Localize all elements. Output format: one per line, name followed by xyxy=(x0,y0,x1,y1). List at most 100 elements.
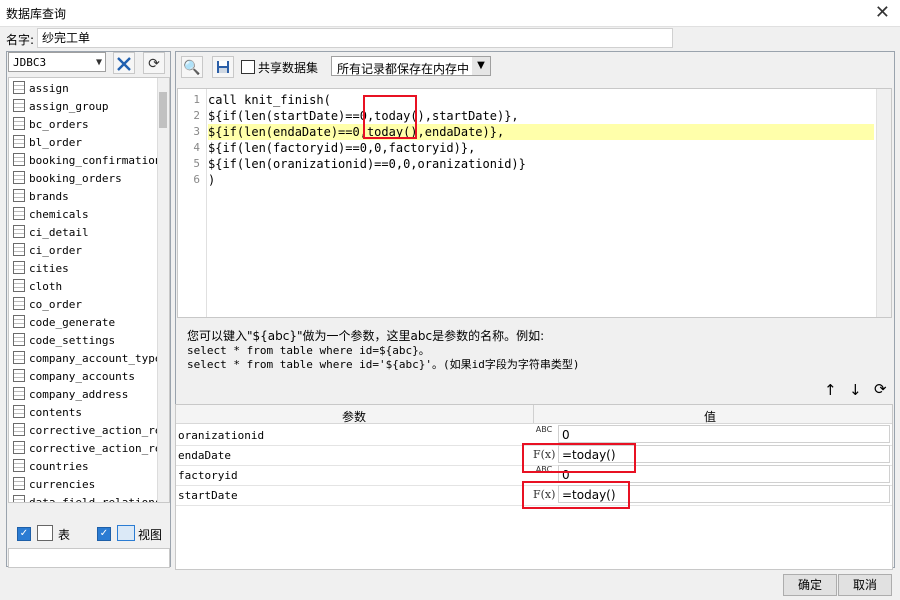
table-list[interactable]: assign assign_group bc_orders bl_orderbooki… xyxy=(8,77,170,503)
list-item[interactable]: company_accounts xyxy=(11,368,157,386)
move-up-icon[interactable]: ↑ xyxy=(824,381,837,399)
param-column-header: 参数 xyxy=(342,410,367,424)
list-item[interactable]: bl_order xyxy=(11,134,157,152)
param-name: startDate xyxy=(178,489,238,502)
table-icon xyxy=(13,387,25,400)
editor-scrollbar[interactable] xyxy=(876,89,891,317)
code-area[interactable]: call knit_finish( ${if(len(startDate)==0… xyxy=(208,89,874,188)
annotation-box xyxy=(363,95,417,139)
chevron-down-icon: ▼ xyxy=(95,57,102,68)
line-number-gutter: 1 2 3 4 5 6 xyxy=(178,89,207,317)
table-name: company_address xyxy=(29,388,129,401)
table-icon xyxy=(13,99,25,112)
table-icon xyxy=(13,189,25,202)
table-icon xyxy=(13,333,25,346)
view-checkbox-label: 视图 xyxy=(138,528,163,542)
list-item[interactable]: corrective_action_rep xyxy=(11,422,157,440)
table-name: cities xyxy=(29,262,69,275)
table-name: brands xyxy=(29,190,69,203)
text-type-icon[interactable]: ABC xyxy=(533,426,555,444)
list-item[interactable]: company_address xyxy=(11,386,157,404)
ok-button[interactable]: 确定 xyxy=(783,574,837,596)
param-name: factoryid xyxy=(178,469,238,482)
table-icon xyxy=(13,135,25,148)
move-down-icon[interactable]: ↓ xyxy=(849,381,862,399)
list-item[interactable]: code_generate xyxy=(11,314,157,332)
name-label: 名字: xyxy=(6,33,35,47)
list-item[interactable]: brands xyxy=(11,188,157,206)
line-number: 5 xyxy=(193,157,200,170)
table-name: chemicals xyxy=(29,208,89,221)
scrollbar-thumb[interactable] xyxy=(159,92,167,128)
memory-mode-value: 所有记录都保存在内存中 xyxy=(337,62,470,76)
list-item[interactable]: cities xyxy=(11,260,157,278)
refresh-params-icon[interactable]: ⟳ xyxy=(874,380,887,398)
database-select[interactable]: JDBC3 ▼ xyxy=(8,52,106,72)
close-icon[interactable]: ✕ xyxy=(875,2,890,23)
code-line: ${if(len(factoryid)==0,0,factoryid)}, xyxy=(208,141,476,155)
list-item[interactable]: co_order xyxy=(11,296,157,314)
line-number: 1 xyxy=(193,93,200,106)
code-line: ${if(len(oranizationid)==0,0,oranization… xyxy=(208,157,526,171)
table-name: booking_orders xyxy=(29,172,122,185)
list-item[interactable]: booking_orders xyxy=(11,170,157,188)
shared-dataset-checkbox[interactable] xyxy=(241,60,255,74)
table-list-scrollbar[interactable] xyxy=(157,78,169,502)
list-item[interactable]: countries xyxy=(11,458,157,476)
hint-line-2: select * from table where id=${abc}。 xyxy=(187,344,430,357)
list-item[interactable]: chemicals xyxy=(11,206,157,224)
table-list-items: assign assign_group bc_orders bl_orderbooki… xyxy=(11,80,157,502)
preview-icon[interactable]: 🔍 xyxy=(181,56,203,78)
list-item[interactable]: ci_order xyxy=(11,242,157,260)
table-checkbox[interactable]: ✓ xyxy=(17,527,31,541)
tools-icon[interactable] xyxy=(113,52,135,74)
table-icon xyxy=(13,81,25,94)
line-number: 6 xyxy=(193,173,200,186)
list-item[interactable]: booking_confirmation xyxy=(11,152,157,170)
view-checkbox[interactable]: ✓ xyxy=(97,527,111,541)
list-item[interactable]: ci_detail xyxy=(11,224,157,242)
table-icon xyxy=(13,261,25,274)
param-name: oranizationid xyxy=(178,429,265,442)
list-item[interactable]: company_account_types xyxy=(11,350,157,368)
column-divider xyxy=(533,405,534,423)
list-item[interactable]: cloth xyxy=(11,278,157,296)
table-icon xyxy=(13,351,25,364)
table-name: corrective_action_rep xyxy=(29,442,157,455)
window-title: 数据库查询 xyxy=(6,7,67,21)
table-icon xyxy=(13,171,25,184)
table-name: booking_confirmation xyxy=(29,154,157,167)
table-name: co_order xyxy=(29,298,82,311)
table-name: assign_group xyxy=(29,100,109,113)
list-item[interactable]: currencies xyxy=(11,476,157,494)
list-item[interactable]: corrective_action_rep xyxy=(11,440,157,458)
param-value-input[interactable]: 0 xyxy=(558,425,890,443)
list-item[interactable]: bc_orders xyxy=(11,116,157,134)
list-item[interactable]: code_settings xyxy=(11,332,157,350)
cancel-button[interactable]: 取消 xyxy=(838,574,892,596)
code-line: call knit_finish( xyxy=(208,93,331,107)
save-icon[interactable] xyxy=(212,56,234,78)
table-icon xyxy=(13,315,25,328)
name-input[interactable]: 纱完工单 xyxy=(37,28,673,48)
sql-editor[interactable]: 1 2 3 4 5 6 call knit_finish( ${if(len(s… xyxy=(177,88,892,318)
chevron-down-icon: ▼ xyxy=(472,57,490,75)
value-column-header: 值 xyxy=(704,410,717,424)
list-item[interactable]: data_field_relations xyxy=(11,494,157,502)
list-item[interactable]: assign xyxy=(11,80,157,98)
table-filter-input[interactable] xyxy=(8,548,170,568)
table-icon xyxy=(13,117,25,130)
table-icon xyxy=(13,225,25,238)
annotation-box xyxy=(522,481,630,509)
line-number: 2 xyxy=(193,109,200,122)
list-item[interactable]: contents xyxy=(11,404,157,422)
list-item[interactable]: assign_group xyxy=(11,98,157,116)
refresh-icon[interactable]: ⟳ xyxy=(143,52,165,74)
line-number: 3 xyxy=(193,125,200,138)
code-line: ) xyxy=(208,173,216,187)
database-select-value: JDBC3 xyxy=(13,56,47,69)
hint-line-3: select * from table where id='${abc}'。(如… xyxy=(187,358,580,371)
table-name: countries xyxy=(29,460,89,473)
memory-mode-select[interactable]: 所有记录都保存在内存中 ▼ xyxy=(331,56,491,76)
table-icon xyxy=(13,297,25,310)
